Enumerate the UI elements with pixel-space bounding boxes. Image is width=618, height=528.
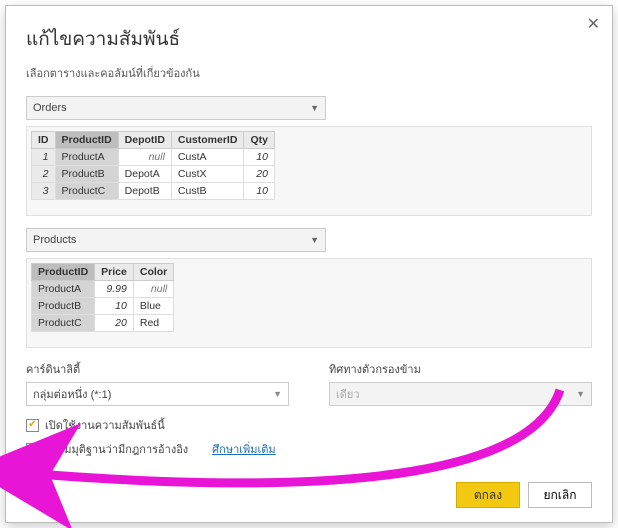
assume-checkbox[interactable] (26, 443, 39, 456)
column-header[interactable]: ProductID (55, 132, 118, 149)
table-cell: Blue (133, 298, 173, 315)
table-cell: 20 (244, 166, 275, 183)
cardinality-label: คาร์ดินาลิตี้ (26, 360, 289, 378)
table1-preview: IDProductIDDepotIDCustomerIDQty1ProductA… (26, 126, 592, 216)
close-icon[interactable]: ✕ (587, 14, 600, 34)
table2-select-value: Products (33, 234, 76, 246)
assume-checkbox-label: ตั้งสมมุติฐานว่ามีกฎการอ้างอิง (45, 440, 188, 458)
table-cell: 10 (95, 298, 134, 315)
table2-grid[interactable]: ProductIDPriceColorProductA9.99nullProdu… (31, 263, 174, 332)
dialog-footer: ตกลง ยกเลิก (456, 482, 592, 508)
chevron-down-icon: ▼ (273, 389, 282, 399)
table-row[interactable]: ProductB10Blue (32, 298, 174, 315)
chevron-down-icon: ▼ (310, 103, 319, 113)
table-row[interactable]: 3ProductCDepotBCustB10 (32, 183, 275, 200)
table-cell: null (133, 281, 173, 298)
table-cell: ProductC (32, 315, 95, 332)
dialog-window: ✕ แก้ไขความสัมพันธ์ เลือกตารางและคอลัมน์… (5, 5, 613, 523)
cardinality-value: กลุ่มต่อหนึ่ง (*:1) (33, 385, 111, 403)
table-cell: DepotA (118, 166, 171, 183)
table-cell: CustX (171, 166, 244, 183)
cancel-button[interactable]: ยกเลิก (528, 482, 592, 508)
column-header[interactable]: Color (133, 264, 173, 281)
dialog-subtitle: เลือกตารางและคอลัมน์ที่เกี่ยวข้องกัน (26, 64, 592, 82)
active-checkbox-row: เปิดใช้งานความสัมพันธ์นี้ (26, 416, 592, 434)
chevron-down-icon: ▼ (576, 389, 585, 399)
table-cell: null (118, 149, 171, 166)
table-row[interactable]: ProductC20Red (32, 315, 174, 332)
column-header[interactable]: ID (32, 132, 56, 149)
table1-select[interactable]: Orders ▼ (26, 96, 326, 120)
dialog-title: แก้ไขความสัมพันธ์ (26, 24, 592, 54)
table-cell: ProductC (55, 183, 118, 200)
table-cell: DepotB (118, 183, 171, 200)
table-cell: 20 (95, 315, 134, 332)
column-header[interactable]: DepotID (118, 132, 171, 149)
table1-select-value: Orders (33, 102, 67, 114)
table-cell: ProductA (32, 281, 95, 298)
table-cell: 9.99 (95, 281, 134, 298)
table-cell: Red (133, 315, 173, 332)
column-header[interactable]: ProductID (32, 264, 95, 281)
column-header[interactable]: Price (95, 264, 134, 281)
active-checkbox[interactable] (26, 419, 39, 432)
table-cell: ProductB (55, 166, 118, 183)
cardinality-select[interactable]: กลุ่มต่อหนึ่ง (*:1) ▼ (26, 382, 289, 406)
table-cell: ProductB (32, 298, 95, 315)
ok-button[interactable]: ตกลง (456, 482, 520, 508)
table-cell: 3 (32, 183, 56, 200)
table-cell: 10 (244, 149, 275, 166)
table-cell: CustA (171, 149, 244, 166)
table-row[interactable]: ProductA9.99null (32, 281, 174, 298)
crossfilter-label: ทิศทางตัวกรองข้าม (329, 360, 592, 378)
column-header[interactable]: Qty (244, 132, 275, 149)
table-row[interactable]: 2ProductBDepotACustX20 (32, 166, 275, 183)
active-checkbox-label: เปิดใช้งานความสัมพันธ์นี้ (45, 416, 165, 434)
crossfilter-value: เดียว (336, 385, 360, 403)
table-cell: 1 (32, 149, 56, 166)
table-row[interactable]: 1ProductAnullCustA10 (32, 149, 275, 166)
learn-more-link[interactable]: ศึกษาเพิ่มเติม (212, 440, 276, 458)
column-header[interactable]: CustomerID (171, 132, 244, 149)
table2-select[interactable]: Products ▼ (26, 228, 326, 252)
table2-preview: ProductIDPriceColorProductA9.99nullProdu… (26, 258, 592, 348)
assume-checkbox-row: ตั้งสมมุติฐานว่ามีกฎการอ้างอิง ศึกษาเพิ่… (26, 440, 592, 458)
table1-grid[interactable]: IDProductIDDepotIDCustomerIDQty1ProductA… (31, 131, 275, 200)
table-cell: CustB (171, 183, 244, 200)
chevron-down-icon: ▼ (310, 235, 319, 245)
table-cell: 2 (32, 166, 56, 183)
table-cell: ProductA (55, 149, 118, 166)
table-cell: 10 (244, 183, 275, 200)
crossfilter-select: เดียว ▼ (329, 382, 592, 406)
